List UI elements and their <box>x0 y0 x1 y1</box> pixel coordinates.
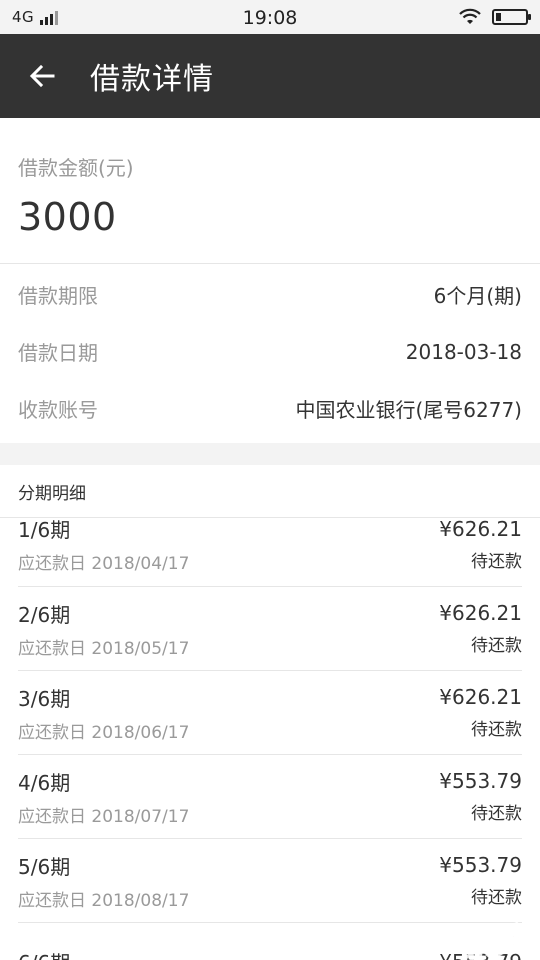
loan-term-value: 6个月(期) <box>433 284 522 308</box>
installment-period: 3/6期 <box>18 686 71 711</box>
status-bar: 4G 19:08 <box>0 0 540 34</box>
installment-list: 1/6期 应还款日 2018/04/17 ¥626.21 待还款 2/6期 应还… <box>0 516 540 960</box>
loan-term-label: 借款期限 <box>18 284 98 308</box>
installment-period: 1/6期 <box>18 518 71 542</box>
section-divider <box>0 443 540 465</box>
installment-due-date: 应还款日 2018/04/17 <box>18 554 190 574</box>
installment-due-date: 应还款日 2018/08/17 <box>18 890 190 911</box>
installment-due-date: 应还款日 2018/07/17 <box>18 806 190 827</box>
installment-amount: ¥626.21 <box>439 601 522 625</box>
battery-icon <box>492 9 531 25</box>
installment-row[interactable]: 1/6期 应还款日 2018/04/17 ¥626.21 待还款 <box>18 516 522 587</box>
loan-info-section: 借款期限 6个月(期) 借款日期 2018-03-18 收款账号 中国农业银行(… <box>0 266 540 437</box>
screen: 4G 19:08 借款详情 借款金额(元) 3000 借款期限 6个月(期) 借… <box>0 0 540 960</box>
installment-due-date: 应还款日 2018/05/17 <box>18 638 190 659</box>
installment-period: 2/6期 <box>18 602 71 627</box>
receiving-account-value: 中国农业银行(尾号6277) <box>295 398 522 422</box>
loan-amount-section: 借款金额(元) 3000 <box>0 118 540 264</box>
installment-status: 待还款 <box>471 888 522 908</box>
loan-amount-label: 借款金额(元) <box>18 156 134 180</box>
installment-row[interactable]: 6/6期 ¥553.79 <box>18 923 522 960</box>
installment-row[interactable]: 2/6期 应还款日 2018/05/17 ¥626.21 待还款 <box>18 587 522 671</box>
page-title: 借款详情 <box>90 62 214 97</box>
loan-term-row: 借款期限 6个月(期) <box>18 266 522 323</box>
back-button[interactable] <box>0 34 84 118</box>
loan-amount-value: 3000 <box>18 195 117 239</box>
installment-status: 待还款 <box>471 804 522 824</box>
installment-row[interactable]: 4/6期 应还款日 2018/07/17 ¥553.79 待还款 <box>18 755 522 839</box>
status-time: 19:08 <box>242 7 298 29</box>
installment-amount: ¥553.79 <box>439 853 522 877</box>
arrow-left-icon <box>29 64 55 88</box>
installment-status: 待还款 <box>471 636 522 656</box>
installment-amount: ¥626.21 <box>439 516 522 541</box>
loan-date-row: 借款日期 2018-03-18 <box>18 323 522 380</box>
installment-row[interactable]: 5/6期 应还款日 2018/08/17 ¥553.79 待还款 <box>18 839 522 923</box>
installment-due-date: 应还款日 2018/06/17 <box>18 722 190 743</box>
installment-status: 待还款 <box>471 551 522 572</box>
installment-period: 5/6期 <box>18 854 71 879</box>
installment-amount: ¥626.21 <box>439 685 522 709</box>
app-bar: 借款详情 <box>0 34 540 118</box>
installment-status: 待还款 <box>471 720 522 740</box>
installment-period: 4/6期 <box>18 770 71 795</box>
installment-row[interactable]: 3/6期 应还款日 2018/06/17 ¥626.21 待还款 <box>18 671 522 755</box>
installment-amount: ¥553.79 <box>439 769 522 793</box>
loan-date-label: 借款日期 <box>18 341 98 365</box>
loan-date-value: 2018-03-18 <box>405 339 522 364</box>
installment-period: 6/6期 <box>18 947 70 960</box>
receiving-account-label: 收款账号 <box>18 398 98 422</box>
receiving-account-row: 收款账号 中国农业银行(尾号6277) <box>18 380 522 437</box>
